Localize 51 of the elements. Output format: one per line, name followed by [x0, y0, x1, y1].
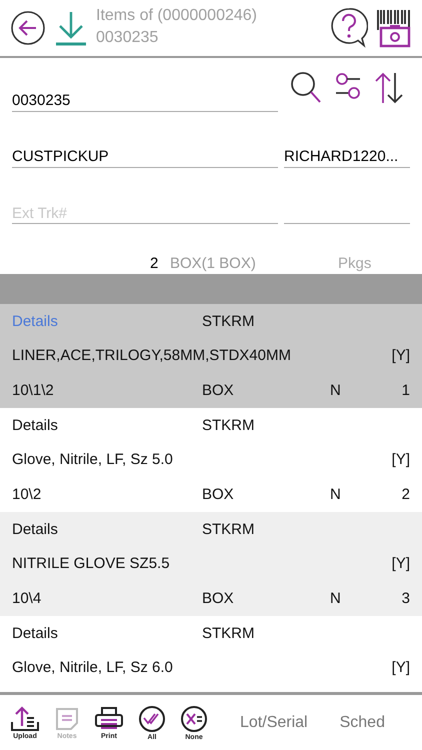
screen-subtitle: 0030235 — [96, 28, 160, 48]
details-link[interactable]: Details — [12, 624, 202, 642]
package-count: 2 — [150, 255, 160, 272]
location-code: STKRM — [202, 624, 256, 642]
details-link[interactable]: Details — [12, 416, 202, 434]
item-description: NITRILE GLOVE SZ5.5 — [12, 555, 171, 572]
unit-of-measure: BOX — [202, 590, 235, 608]
note-icon — [54, 706, 80, 732]
location-code: STKRM — [202, 312, 256, 330]
order-field[interactable]: 0030235 — [12, 92, 278, 112]
item-row[interactable]: Details STKRM Glove, Nitrile, LF, Sz 6.0 [Y] — [0, 616, 422, 686]
flag-label: [Y] — [392, 555, 410, 572]
item-row[interactable]: Details STKRM NITRILE GLOVE SZ5.5 [Y] 10\4 BOX N 3 — [0, 512, 422, 616]
location-code: STKRM — [202, 416, 256, 434]
item-description: Glove, Nitrile, LF, Sz 5.0 — [12, 451, 174, 468]
flag-label: [Y] — [392, 451, 410, 468]
help-icon[interactable] — [330, 7, 368, 49]
item-description: LINER,ACE,TRILOGY,58MM,STDX40MM — [12, 347, 292, 364]
search-icon[interactable] — [290, 71, 322, 105]
line-number: 3 — [400, 590, 410, 608]
item-description: Glove, Nitrile, LF, Sz 6.0 — [12, 659, 174, 676]
line-number: 1 — [400, 382, 410, 400]
flag-label: [Y] — [392, 347, 410, 364]
download-icon[interactable] — [54, 10, 88, 46]
back-icon[interactable] — [10, 10, 46, 46]
item-row[interactable]: Details STKRM LINER,ACE,TRILOGY,58MM,STDX40MM [Y] 10\1\2 BOX N 1 — [0, 304, 422, 408]
ship-via-field[interactable]: CUSTPICKUP — [12, 148, 278, 168]
bin-location: 10\1\2 — [12, 382, 55, 400]
toolbar-button[interactable]: Sched — [340, 714, 385, 732]
screen-title: Items of (0000000246) — [96, 6, 258, 26]
package-unit: BOX(1 BOX) — [170, 255, 257, 272]
clear-icon — [180, 704, 208, 732]
line-number: 2 — [400, 486, 410, 504]
account-field[interactable]: RICHARD1220... — [284, 148, 410, 168]
unit-of-measure: BOX — [202, 486, 235, 504]
check-all-icon — [138, 704, 166, 732]
item-status: N — [330, 382, 342, 400]
unit-of-measure: BOX — [202, 382, 235, 400]
upload-icon — [10, 706, 40, 732]
item-status: N — [330, 590, 342, 608]
printer-icon — [94, 706, 124, 732]
barcode-camera-icon[interactable] — [376, 8, 412, 48]
details-link[interactable]: Details — [12, 520, 202, 538]
item-status: N — [330, 486, 342, 504]
bin-location: 10\4 — [12, 590, 42, 608]
item-row[interactable]: Details STKRM Glove, Nitrile, LF, Sz 5.0 [Y] 10\2 BOX N 2 — [0, 408, 422, 512]
location-code: STKRM — [202, 520, 256, 538]
sort-icon[interactable] — [374, 71, 404, 105]
toolbar-button[interactable]: Lot/Serial — [240, 714, 308, 732]
bin-location: 10\2 — [12, 486, 42, 504]
flag-label: [Y] — [392, 659, 410, 676]
